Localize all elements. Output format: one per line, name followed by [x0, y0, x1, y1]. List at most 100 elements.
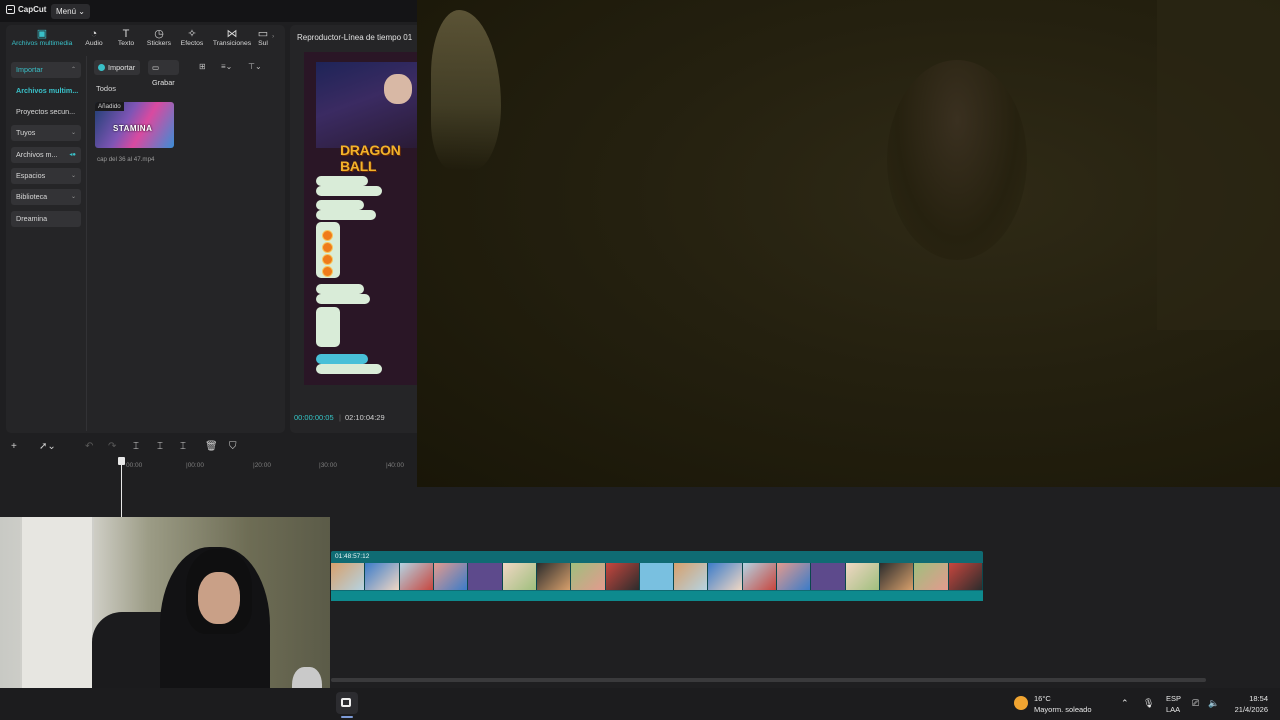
- tab-subtitles[interactable]: ▭ Sul: [257, 28, 269, 47]
- sidebar-item-media-files[interactable]: Archivos multim...: [11, 83, 81, 99]
- network-icon[interactable]: ⎚: [1192, 698, 1199, 709]
- clip-frame: [399, 563, 434, 590]
- clip-frame: [571, 563, 606, 590]
- language-line1[interactable]: ESP: [1166, 694, 1181, 703]
- clip-frame: [433, 563, 469, 590]
- tab-media[interactable]: ▣ Archivos multimedia: [8, 28, 76, 47]
- import-icon: [98, 64, 105, 71]
- asset-toolbar: ▣ Archivos multimedia ◔ Audio T Texto ◷ …: [6, 25, 285, 52]
- microphone-icon[interactable]: 🎙: [1143, 698, 1154, 709]
- add-icon[interactable]: +: [11, 441, 17, 452]
- filter-icon[interactable]: ⊤⌄: [248, 62, 262, 71]
- time-separator: |: [339, 413, 341, 422]
- thumbnail-text: STAMINA: [113, 124, 153, 133]
- clip-frame: [914, 563, 949, 590]
- sidebar-item-label: Espacios: [16, 171, 46, 180]
- sidebar-item-yours[interactable]: Tuyos ⌄: [11, 125, 81, 141]
- clip-frame: [674, 563, 709, 590]
- weather-description[interactable]: Mayorm. soleado: [1034, 705, 1092, 714]
- webcam-face: [198, 572, 240, 624]
- shield-icon[interactable]: ⛉: [229, 441, 237, 452]
- delete-icon[interactable]: 🗑: [205, 441, 218, 452]
- chat-bubble: [316, 200, 364, 210]
- clip-frame: [845, 563, 880, 590]
- subtitles-icon: ▭: [257, 28, 269, 40]
- media-filename: cap del 36 al 47.mp4: [97, 156, 155, 163]
- chat-bubble: [316, 186, 382, 196]
- clip-frame: [605, 563, 640, 590]
- chevron-down-icon: ⌄: [70, 173, 76, 179]
- timeline-scrollbar[interactable]: [331, 678, 1206, 682]
- menu-label: Menú: [56, 7, 77, 16]
- capcut-app-icon: [341, 698, 351, 707]
- split-icon[interactable]: ⌶: [133, 441, 139, 452]
- import-button[interactable]: Importar: [94, 60, 141, 75]
- text-icon: T: [122, 28, 130, 40]
- chevron-down-icon: ⌄: [78, 7, 85, 16]
- trim-left-icon[interactable]: ⌶: [157, 441, 163, 452]
- filter-all-label[interactable]: Todos: [96, 84, 116, 93]
- sidebar-item-library[interactable]: Biblioteca ⌄: [11, 189, 81, 205]
- tab-text[interactable]: T Texto: [115, 28, 137, 47]
- transitions-icon: ⋈: [226, 28, 238, 40]
- tab-media-label: Archivos multimedia: [11, 40, 73, 47]
- preview-face: [384, 74, 412, 104]
- taskbar-capcut-app[interactable]: [336, 692, 358, 714]
- weather-temperature[interactable]: 16°C: [1034, 694, 1051, 703]
- clip-frame: [742, 563, 778, 590]
- sidebar-item-secondary-projects[interactable]: Proyectos secun...: [11, 104, 81, 120]
- ruler-label: |40:00: [386, 462, 404, 469]
- preview-overlay-title: DRAGON BALL: [340, 142, 401, 174]
- tab-audio[interactable]: ◔ Audio: [82, 28, 106, 47]
- clip-frames: [331, 563, 983, 590]
- clip-frame: [880, 563, 915, 590]
- clip-frame: [468, 563, 503, 590]
- clip-frame: [777, 563, 812, 590]
- volume-icon[interactable]: 🔈: [1208, 698, 1219, 709]
- clock-date[interactable]: 21/4/2026: [1222, 705, 1268, 714]
- menu-button[interactable]: Menú ⌄: [51, 4, 90, 19]
- sort-icon[interactable]: ≡⌄: [221, 62, 232, 71]
- playhead-handle[interactable]: [118, 457, 125, 465]
- chat-bubble: [316, 364, 382, 374]
- import-label: Importar: [108, 63, 136, 72]
- tab-text-label: Texto: [117, 40, 135, 47]
- ruler-label: |00:00: [186, 462, 204, 469]
- clock-time[interactable]: 18:54: [1238, 694, 1268, 703]
- grid-view-icon[interactable]: ⊞: [199, 62, 206, 71]
- timeline-clip[interactable]: 01:48:57:12: [331, 551, 983, 601]
- clip-duration: 01:48:57:12: [335, 553, 370, 560]
- chat-bubble: [316, 176, 368, 186]
- undo-icon[interactable]: ↶: [85, 441, 93, 452]
- dragon-ball-icon: [322, 230, 333, 241]
- player-preview[interactable]: DRAGON BALL: [304, 52, 418, 385]
- trim-right-icon[interactable]: ⌶: [180, 441, 186, 452]
- media-icon: ▣: [36, 28, 48, 40]
- sidebar-item-spaces[interactable]: Espacios ⌄: [11, 168, 81, 184]
- sidebar-item-label: Archivos multim...: [16, 86, 79, 95]
- sidebar-item-dreamina[interactable]: Dreamina: [11, 211, 81, 227]
- sidebar-item-files-m[interactable]: Archivos m... ◂●: [11, 147, 81, 163]
- added-badge: Añadido: [95, 102, 124, 111]
- timeline-ruler[interactable]: 00:00 |00:00 |20:00 |30:00 |40:00: [122, 461, 420, 472]
- clip-frame: [536, 563, 572, 590]
- total-time: 02:10:04:29: [345, 413, 385, 422]
- chevron-right-icon[interactable]: ›: [272, 33, 274, 40]
- video-person: [887, 60, 1027, 260]
- weather-icon[interactable]: [1014, 696, 1028, 710]
- clip-frame: [639, 563, 675, 590]
- media-thumbnail[interactable]: Añadido STAMINA: [95, 102, 174, 148]
- record-button[interactable]: ▭ Grabar: [148, 60, 179, 87]
- chevron-up-icon[interactable]: ⌃: [1121, 698, 1129, 709]
- toggle-icon: ◂●: [69, 152, 76, 158]
- tab-effects[interactable]: ✧ Efectos: [179, 28, 205, 47]
- language-line2[interactable]: LAA: [1166, 705, 1180, 714]
- tab-stickers[interactable]: ◷ Stickers: [145, 28, 173, 47]
- playhead[interactable]: [121, 457, 122, 519]
- sidebar-item-label: Proyectos secun...: [16, 107, 76, 116]
- tab-transitions[interactable]: ⋈ Transiciones: [211, 28, 253, 47]
- redo-icon[interactable]: ↷: [108, 441, 116, 452]
- select-cursor-icon[interactable]: ➚⌄: [39, 441, 56, 452]
- sidebar-item-import[interactable]: Importar ⌃: [11, 62, 81, 78]
- app-logo-text: CapCut: [18, 5, 47, 14]
